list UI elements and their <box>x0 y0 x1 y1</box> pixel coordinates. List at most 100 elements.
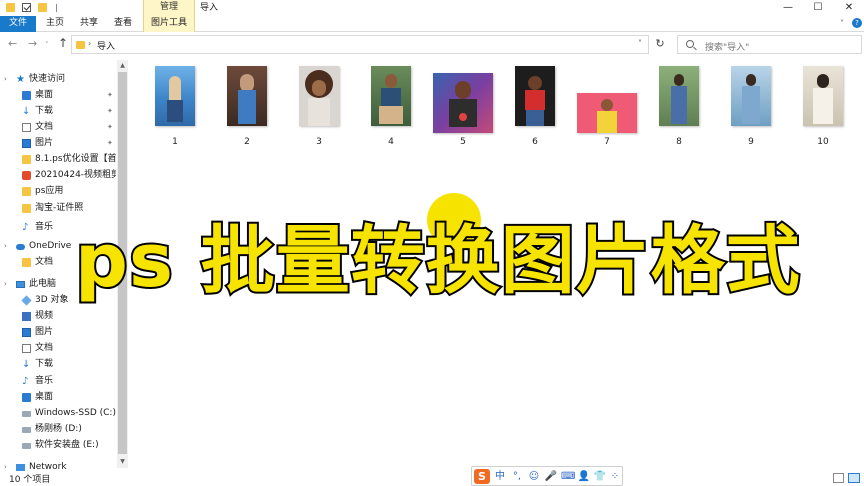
breadcrumb[interactable]: 导入 <box>97 39 115 52</box>
help-icon[interactable]: ? <box>852 18 862 28</box>
overlay-title: ps 批量转换图片格式 <box>73 216 802 306</box>
nav-folder-ps-settings[interactable]: 8.1.ps优化设置【首 ✦ <box>0 151 116 167</box>
expand-icon[interactable]: › <box>4 238 7 254</box>
nav-pictures[interactable]: 图片 ✦ <box>0 135 116 151</box>
nav-drive-c[interactable]: Windows-SSD (C:) <box>0 405 116 421</box>
nav-item-label: 8.1.ps优化设置【首 <box>35 154 116 164</box>
file-item[interactable]: 10 <box>788 64 858 147</box>
file-name: 1 <box>172 137 178 147</box>
videos-icon <box>22 312 31 321</box>
file-name: 9 <box>748 137 754 147</box>
skin-icon[interactable]: 👕 <box>593 470 607 484</box>
photo-thumbnail <box>577 93 637 133</box>
keyboard-icon[interactable]: ⌨ <box>561 470 575 484</box>
file-item[interactable]: 8 <box>644 64 714 147</box>
minimize-button[interactable]: — <box>773 0 803 16</box>
music-icon: ♪ <box>22 376 29 387</box>
nav-drive-d[interactable]: 杨刚杨 (D:) <box>0 421 116 437</box>
file-name: 8 <box>676 137 682 147</box>
nav-downloads[interactable]: ↓ 下载 ✦ <box>0 103 116 119</box>
microphone-icon[interactable]: 🎤 <box>544 470 558 484</box>
pin-icon: ✦ <box>107 123 113 131</box>
folder-icon <box>22 204 31 213</box>
back-button[interactable]: ← <box>8 37 17 50</box>
large-icons-view-icon[interactable] <box>848 473 860 483</box>
file-item[interactable]: 7 <box>572 64 642 147</box>
nav-pc-pictures[interactable]: 图片 <box>0 324 116 340</box>
nav-videos[interactable]: 视频 <box>0 308 116 324</box>
file-name: 3 <box>316 137 322 147</box>
chevron-right-icon[interactable]: › <box>88 39 91 48</box>
new-folder-icon[interactable] <box>38 3 47 12</box>
user-icon[interactable]: 👤 <box>577 470 591 484</box>
forward-button[interactable]: → <box>28 37 37 50</box>
nav-quick-access[interactable]: › ★ 快速访问 <box>0 71 116 87</box>
folder-icon[interactable] <box>6 3 15 12</box>
nav-pc-music[interactable]: ♪ 音乐 <box>0 373 116 389</box>
file-item[interactable]: 5 <box>428 64 498 147</box>
video-file-icon <box>22 171 31 180</box>
desktop-icon <box>22 91 31 100</box>
address-bar[interactable]: › 导入 ˅ <box>71 35 649 54</box>
toolbox-icon[interactable]: ⁘ <box>608 470 622 484</box>
nav-item-label: ps应用 <box>35 186 64 196</box>
nav-pc-downloads[interactable]: ↓ 下载 <box>0 356 116 372</box>
tab-file[interactable]: 文件 <box>0 16 36 32</box>
context-group-manage: 管理 <box>143 0 195 16</box>
file-item[interactable]: 6 <box>500 64 570 147</box>
maximize-button[interactable]: ☐ <box>803 0 833 16</box>
expand-icon[interactable]: › <box>4 459 7 471</box>
ribbon-expand-icon[interactable]: ˅ <box>840 19 844 28</box>
nav-item-label: 文档 <box>35 343 54 353</box>
sogou-logo-icon[interactable]: S <box>474 469 490 484</box>
file-item[interactable]: 1 <box>140 64 210 147</box>
document-icon <box>22 344 31 353</box>
file-name: 6 <box>532 137 538 147</box>
ime-mode-button[interactable]: 中 <box>493 470 507 484</box>
nav-drive-e[interactable]: 软件安装盘 (E:) <box>0 437 116 453</box>
file-name: 10 <box>817 137 829 147</box>
nav-item-label: 音乐 <box>35 376 54 386</box>
network-icon <box>16 464 25 471</box>
expand-icon[interactable]: › <box>4 276 7 292</box>
file-item[interactable]: 3 <box>284 64 354 147</box>
tab-picture-tools[interactable]: 图片工具 <box>143 16 195 32</box>
properties-icon[interactable] <box>22 3 31 12</box>
photo-thumbnail <box>731 66 771 126</box>
scroll-down-icon[interactable]: ▼ <box>118 457 127 467</box>
punctuation-icon[interactable]: °, <box>510 470 524 484</box>
tab-view[interactable]: 查看 <box>110 16 136 32</box>
nav-pc-documents[interactable]: 文档 <box>0 340 116 356</box>
nav-desktop[interactable]: 桌面 ✦ <box>0 87 116 103</box>
tab-share[interactable]: 共享 <box>76 16 102 32</box>
nav-item-label: 杨刚杨 (D:) <box>35 424 82 434</box>
recent-locations-button[interactable]: ˅ <box>45 41 49 49</box>
photo-thumbnail <box>227 66 267 126</box>
ime-toolbar: S 中 °, ☺ 🎤 ⌨ 👤 👕 ⁘ <box>471 466 623 486</box>
chevron-down-icon[interactable]: ˅ <box>638 39 642 48</box>
details-view-icon[interactable] <box>833 473 844 483</box>
nav-network[interactable]: › Network <box>0 459 116 471</box>
nav-video-file[interactable]: 20210424-视频粗剪-1 <box>0 167 116 183</box>
close-button[interactable]: ✕ <box>834 0 864 16</box>
file-item[interactable]: 9 <box>716 64 786 147</box>
expand-icon[interactable]: › <box>4 71 7 87</box>
desktop-icon <box>22 393 31 402</box>
nav-documents[interactable]: 文档 ✦ <box>0 119 116 135</box>
file-item[interactable]: 4 <box>356 64 426 147</box>
search-input[interactable]: 搜索"导入" <box>677 35 862 54</box>
nav-item-label: Network <box>29 462 67 471</box>
nav-pc-desktop[interactable]: 桌面 <box>0 389 116 405</box>
refresh-button[interactable]: ↻ <box>652 37 668 53</box>
file-item[interactable]: 2 <box>212 64 282 147</box>
file-name: 5 <box>460 137 466 147</box>
nav-item-label: 文档 <box>35 122 54 132</box>
pin-icon: ✦ <box>107 91 113 99</box>
tab-home[interactable]: 主页 <box>42 16 68 32</box>
scroll-up-icon[interactable]: ▲ <box>118 61 127 71</box>
emoji-icon[interactable]: ☺ <box>527 470 541 484</box>
nav-folder-ps-apps[interactable]: ps应用 <box>0 183 116 199</box>
up-button[interactable]: ↑ <box>58 36 68 50</box>
nav-item-label: 桌面 <box>35 90 54 100</box>
status-bar: 10 个项目 <box>0 471 864 486</box>
